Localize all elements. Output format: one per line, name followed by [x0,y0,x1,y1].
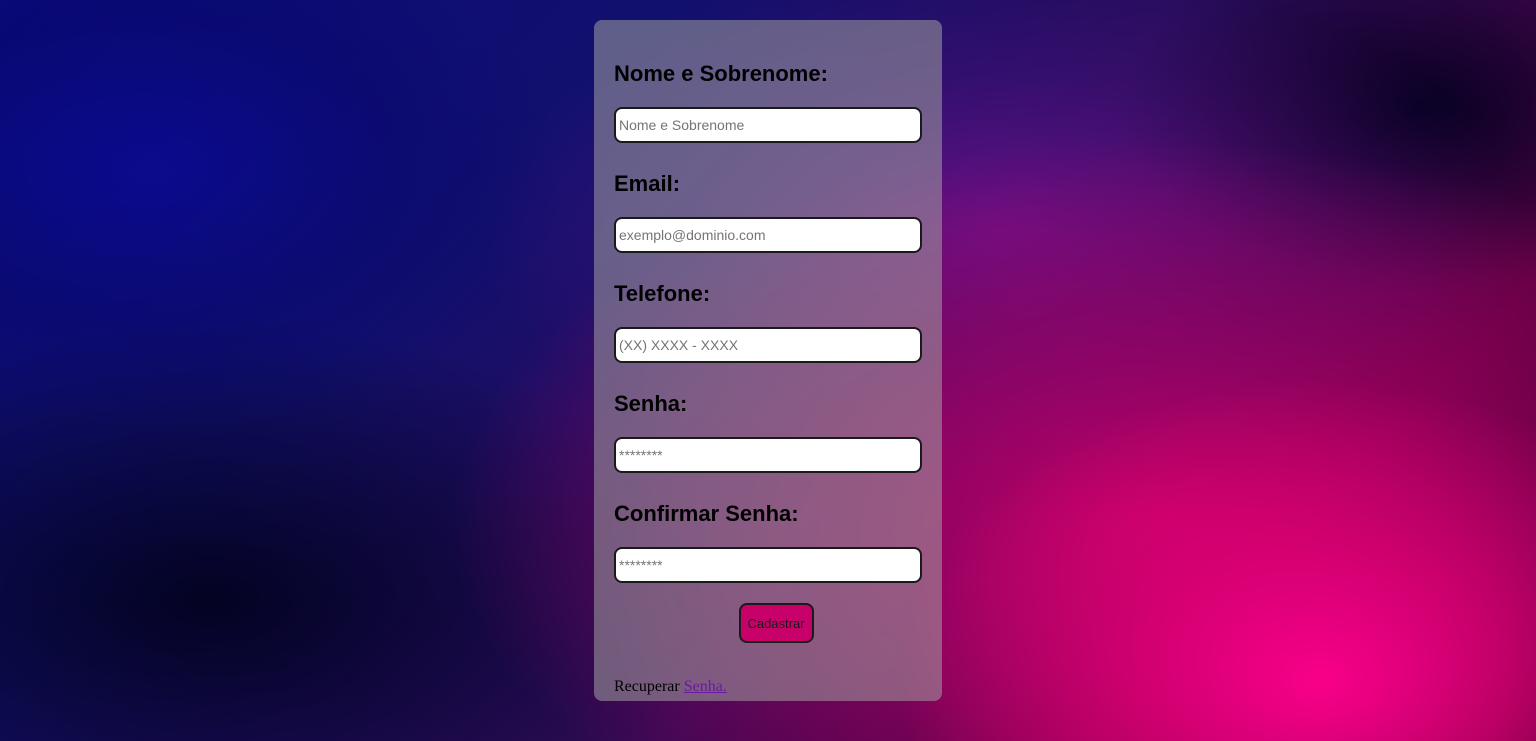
name-label: Nome e Sobrenome: [614,61,828,86]
recover-password-line: Recuperar Senha. [614,678,922,696]
email-label: Email: [614,171,681,196]
name-input[interactable] [614,107,922,143]
submit-row: Cadastrar [614,603,922,643]
phone-input[interactable] [614,327,922,363]
password-label: Senha: [614,391,688,416]
submit-button[interactable]: Cadastrar [738,603,814,643]
confirm-password-input[interactable] [614,547,922,583]
phone-label: Telefone: [614,281,711,306]
signup-form-card: Nome e Sobrenome: Email: Telefone: Senha… [594,20,942,701]
recover-text: Recuperar [614,678,680,695]
recover-password-link[interactable]: Senha. [684,678,727,695]
confirm-password-label: Confirmar Senha: [614,501,799,526]
password-input[interactable] [614,437,922,473]
email-input[interactable] [614,217,922,253]
